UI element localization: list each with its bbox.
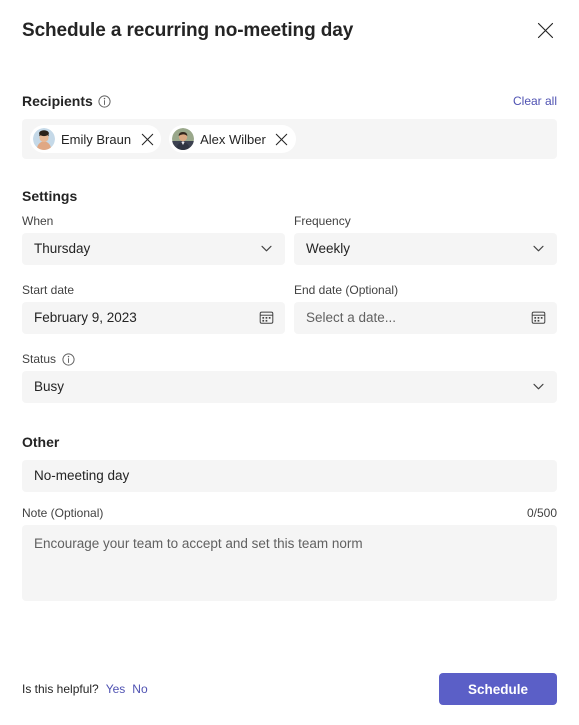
grid-spacer	[294, 265, 557, 283]
note-label: Note (Optional)	[22, 506, 104, 520]
note-label-row: Note (Optional) 0/500	[22, 506, 557, 520]
when-value: Thursday	[34, 241, 91, 256]
close-icon	[537, 22, 554, 42]
other-header: Other	[22, 434, 557, 450]
frequency-field: Frequency Weekly	[294, 214, 557, 265]
start-date-field: Start date February 9, 2023	[22, 283, 285, 334]
chevron-down-icon	[529, 240, 547, 258]
avatar	[33, 128, 55, 150]
note-char-counter: 0/500	[526, 506, 557, 520]
recipient-chip[interactable]: Emily Braun	[30, 125, 162, 153]
end-date-input[interactable]: Select a date...	[294, 302, 557, 334]
remove-recipient-button[interactable]	[137, 129, 157, 149]
start-date-input[interactable]: February 9, 2023	[22, 302, 285, 334]
end-date-label: End date (Optional)	[294, 283, 399, 297]
frequency-select[interactable]: Weekly	[294, 233, 557, 265]
schedule-button[interactable]: Schedule	[439, 673, 557, 705]
recipients-field[interactable]: Emily Braun Alex Wilber	[22, 119, 557, 159]
status-value: Busy	[34, 379, 65, 394]
dialog-header: Schedule a recurring no-meeting day	[22, 0, 557, 62]
status-label: Status	[22, 352, 57, 366]
settings-grid: When Thursday Frequency Weekly Start dat…	[22, 214, 557, 334]
feedback-no-link[interactable]: No	[132, 682, 147, 696]
recipients-label: Recipients	[22, 93, 93, 109]
end-date-placeholder: Select a date...	[306, 310, 397, 325]
grid-spacer	[22, 265, 285, 283]
calendar-icon[interactable]	[257, 309, 275, 327]
other-label: Other	[22, 434, 60, 450]
remove-recipient-button[interactable]	[272, 129, 292, 149]
chevron-down-icon	[529, 378, 547, 396]
when-select[interactable]: Thursday	[22, 233, 285, 265]
feedback-group: Is this helpful? Yes No	[22, 682, 148, 696]
calendar-icon[interactable]	[529, 309, 547, 327]
frequency-label: Frequency	[294, 214, 351, 228]
schedule-dialog: Schedule a recurring no-meeting day Reci…	[0, 0, 579, 725]
start-date-value: February 9, 2023	[34, 310, 137, 325]
recipient-chip[interactable]: Alex Wilber	[169, 125, 296, 153]
note-placeholder: Encourage your team to accept and set th…	[34, 536, 363, 551]
note-textarea[interactable]: Encourage your team to accept and set th…	[22, 525, 557, 601]
when-field: When Thursday	[22, 214, 285, 265]
note-field: Note (Optional) 0/500 Encourage your tea…	[22, 506, 557, 601]
feedback-prompt: Is this helpful?	[22, 682, 99, 696]
status-select[interactable]: Busy	[22, 371, 557, 403]
settings-label: Settings	[22, 188, 78, 204]
recipients-header: Recipients Clear all	[22, 93, 557, 109]
frequency-value: Weekly	[306, 241, 351, 256]
start-date-label: Start date	[22, 283, 75, 297]
avatar	[172, 128, 195, 150]
subject-input[interactable]: No-meeting day	[22, 460, 557, 492]
settings-header: Settings	[22, 188, 557, 204]
when-label: When	[22, 214, 54, 228]
feedback-yes-link[interactable]: Yes	[106, 682, 126, 696]
close-button[interactable]	[529, 16, 561, 48]
info-icon[interactable]	[61, 352, 75, 366]
chevron-down-icon	[257, 240, 275, 258]
recipient-name: Alex Wilber	[200, 131, 266, 147]
page-title: Schedule a recurring no-meeting day	[22, 19, 354, 41]
status-field: Status Busy	[22, 352, 557, 403]
info-icon[interactable]	[98, 94, 112, 108]
recipient-name: Emily Braun	[61, 131, 132, 147]
dialog-footer: Is this helpful? Yes No Schedule	[22, 673, 557, 705]
subject-value: No-meeting day	[34, 468, 130, 483]
clear-all-link[interactable]: Clear all	[513, 94, 557, 108]
status-label-row: Status	[22, 352, 557, 366]
end-date-field: End date (Optional) Select a date...	[294, 283, 557, 334]
